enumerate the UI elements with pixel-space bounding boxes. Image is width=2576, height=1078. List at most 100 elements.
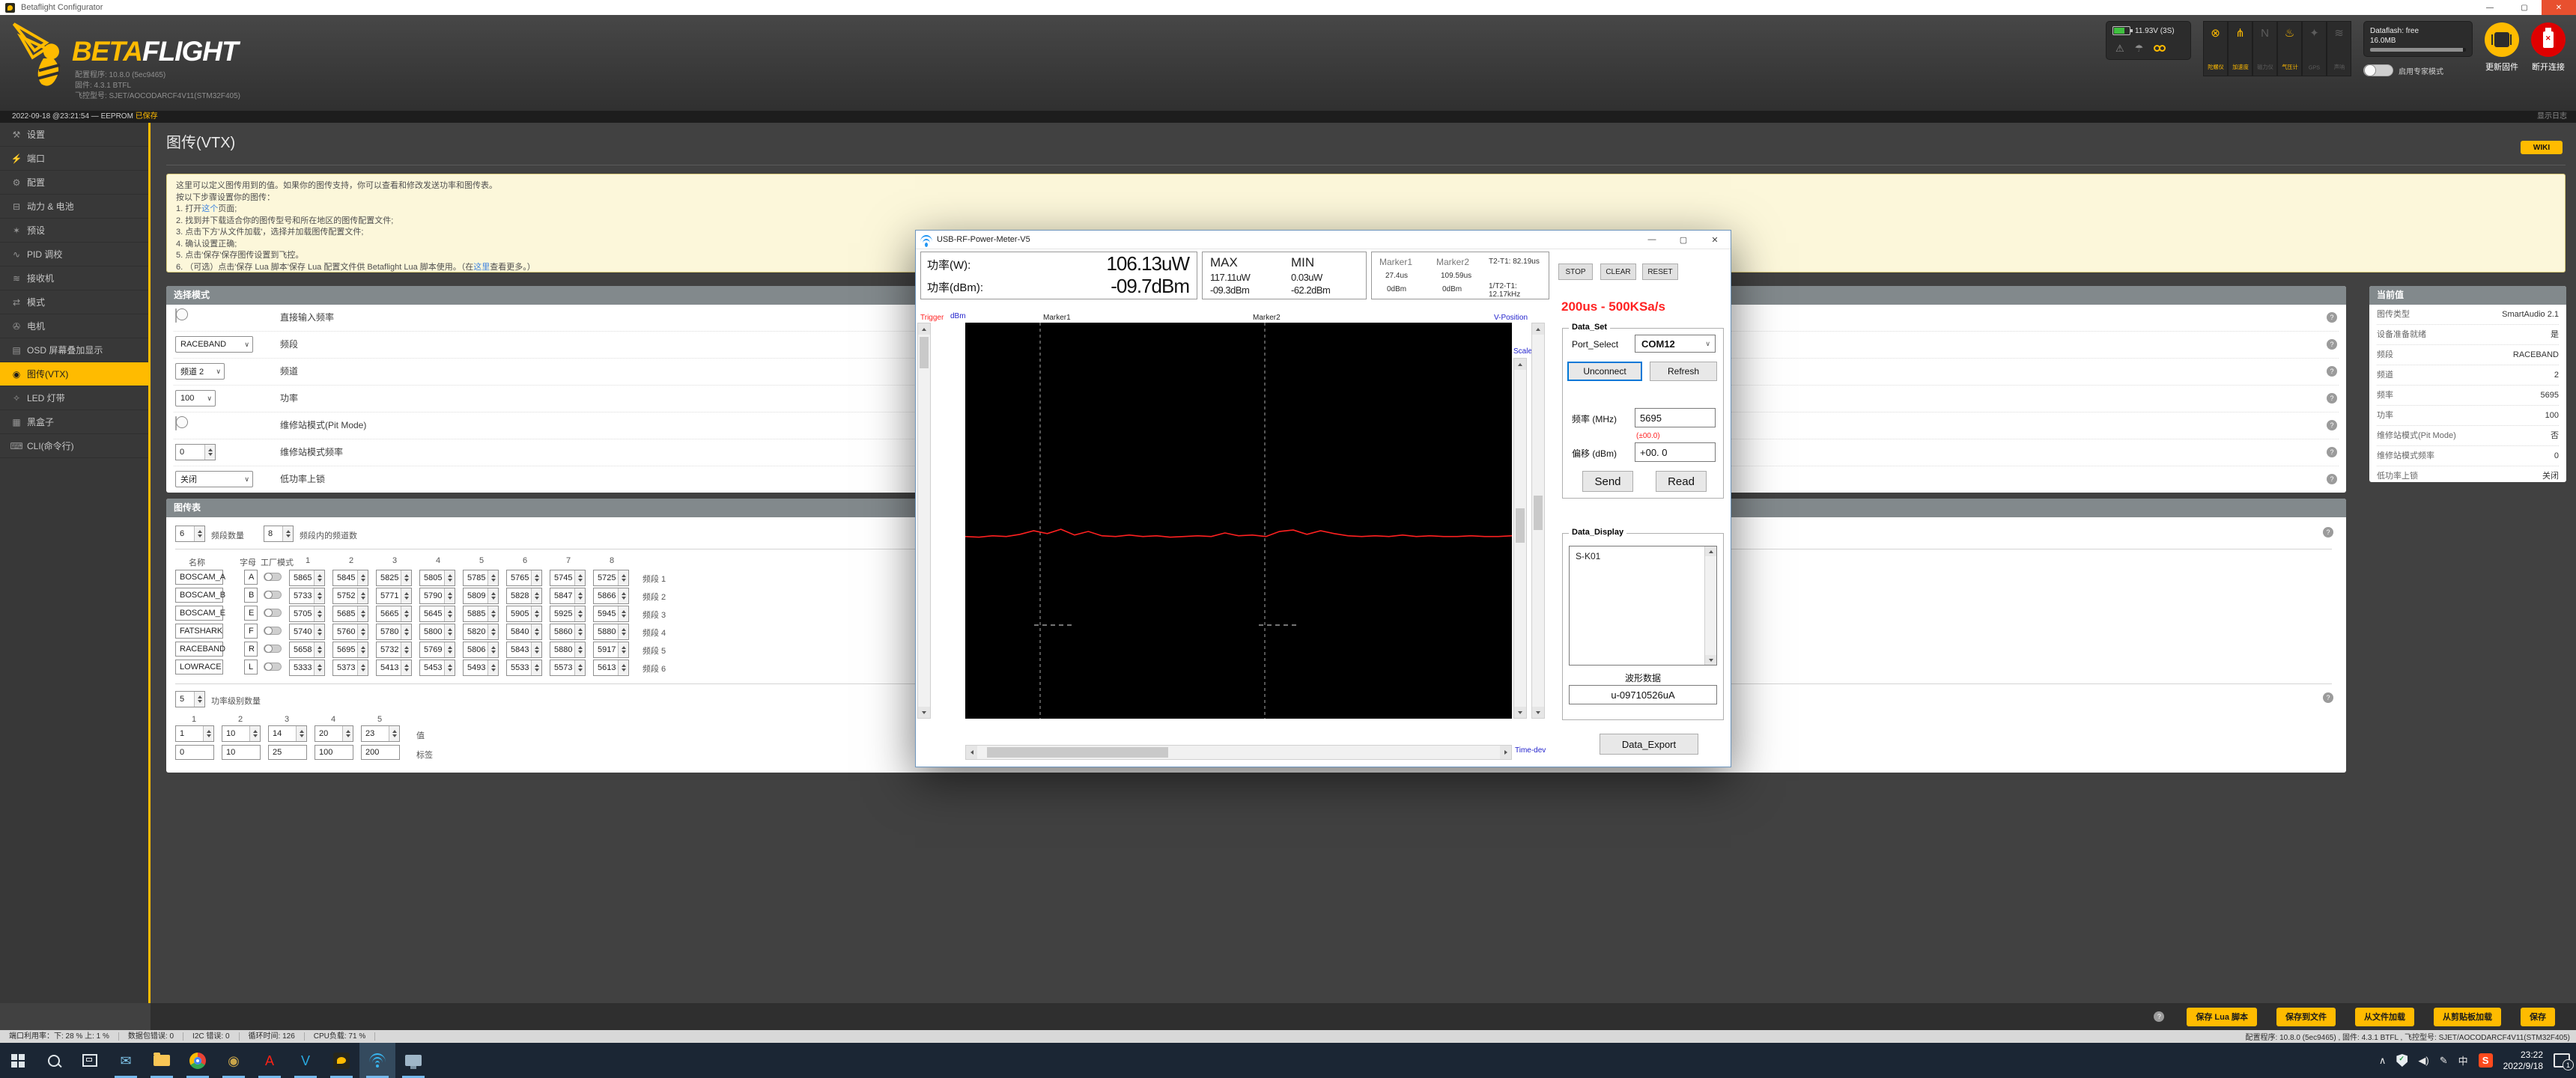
sidebar-item-vtx-antenna[interactable]: ◉图传(VTX) [0, 362, 148, 386]
minimize-button[interactable]: — [2473, 0, 2507, 15]
freq-input[interactable]: 5847 [550, 588, 586, 604]
freq-input[interactable]: 5945 [593, 606, 629, 622]
power-value-input[interactable]: 1 [175, 725, 214, 742]
spinner-arrows[interactable] [314, 660, 324, 675]
spinner-arrows[interactable] [357, 570, 368, 585]
close-button[interactable]: ✕ [2542, 0, 2576, 15]
trigger-scrollbar[interactable] [917, 323, 931, 719]
spinner-arrows[interactable] [249, 726, 260, 741]
band-name-input[interactable]: RACEBAND [175, 642, 223, 657]
spinner-arrows[interactable] [203, 726, 213, 741]
scale-scrollbar[interactable] [1513, 358, 1527, 719]
band-name-input[interactable]: FATSHARK [175, 624, 223, 639]
note-link[interactable]: 这里 [473, 263, 490, 272]
freq-input[interactable]: 5685 [332, 606, 368, 622]
freq-input[interactable]: 5645 [419, 606, 455, 622]
spinner-arrows[interactable] [444, 606, 455, 621]
sidebar-item-modes[interactable]: ⇄模式 [0, 290, 148, 314]
help-icon[interactable]: ? [2327, 420, 2337, 430]
freq-input[interactable]: 5880 [593, 624, 629, 640]
spinner-arrows[interactable] [574, 606, 585, 621]
spinner-arrows[interactable] [444, 660, 455, 675]
task-view-icon[interactable] [72, 1043, 108, 1078]
volume-icon[interactable]: ◀) [2418, 1055, 2428, 1067]
sidebar-item-motor[interactable]: ✇电机 [0, 314, 148, 338]
freq-input[interactable]: 5790 [419, 588, 455, 604]
chrome-icon[interactable] [180, 1043, 216, 1078]
port-select-combo[interactable]: COM12 [1635, 335, 1716, 353]
acrobat-icon[interactable]: A [252, 1043, 288, 1078]
band-letter-input[interactable]: L [244, 660, 258, 674]
help-icon[interactable]: ? [2327, 312, 2337, 323]
freq-input[interactable]: 5695 [332, 642, 368, 658]
gold-app-icon[interactable]: ◉ [216, 1043, 252, 1078]
freq-input[interactable]: 5333 [289, 660, 325, 676]
sidebar-item-blackbox[interactable]: ▦黑盒子 [0, 410, 148, 434]
spinner-arrows[interactable] [574, 570, 585, 585]
update-firmware-button[interactable]: 更新固件 [2485, 22, 2519, 73]
freq-input[interactable]: 5780 [376, 624, 412, 640]
spinner-arrows[interactable] [296, 726, 306, 741]
freq-input[interactable]: 5745 [550, 570, 586, 586]
spinner-arrows[interactable] [194, 692, 204, 707]
freq-input[interactable]: 5725 [593, 570, 629, 586]
channels-count-input[interactable]: 8 [264, 526, 294, 542]
factory-mode-toggle[interactable] [264, 627, 282, 635]
spinner-arrows[interactable] [487, 570, 498, 585]
band-letter-input[interactable]: B [244, 588, 258, 603]
band-name-input[interactable]: LOWRACE [175, 660, 223, 674]
factory-mode-toggle[interactable] [264, 663, 282, 671]
power-label-input[interactable]: 100 [315, 745, 353, 760]
maximize-button[interactable]: ▢ [2507, 0, 2542, 15]
footer-help-icon[interactable]: ? [2154, 1011, 2164, 1022]
freq-input[interactable]: 5828 [506, 588, 542, 604]
spinner-arrows[interactable] [618, 660, 628, 675]
freq-input[interactable]: 5917 [593, 642, 629, 658]
freq-input[interactable]: 5373 [332, 660, 368, 676]
mode-select[interactable]: 关闭 [175, 471, 253, 487]
spinner-arrows[interactable] [444, 624, 455, 639]
spinner-arrows[interactable] [618, 588, 628, 603]
pen-icon[interactable]: ✎ [2440, 1055, 2448, 1067]
freq-input[interactable]: 5805 [419, 570, 455, 586]
spinner-arrows[interactable] [574, 588, 585, 603]
spinner-arrows[interactable] [401, 624, 411, 639]
freq-input[interactable]: 5866 [593, 588, 629, 604]
spinner-arrows[interactable] [444, 588, 455, 603]
send-button[interactable]: Send [1582, 471, 1633, 492]
spinner-arrows[interactable] [487, 642, 498, 657]
rf-window-titlebar[interactable]: USB-RF-Power-Meter-V5 — ▢ ✕ [916, 231, 1731, 249]
freq-input[interactable]: 5765 [506, 570, 542, 586]
disconnect-button[interactable]: 断开连接 [2531, 22, 2566, 73]
spinner-arrows[interactable] [401, 570, 411, 585]
freq-input[interactable]: 5769 [419, 642, 455, 658]
sidebar-item-osd[interactable]: ▤OSD 屏幕叠加显示 [0, 338, 148, 362]
spinner-arrows[interactable] [314, 624, 324, 639]
note-link[interactable]: 这个 [201, 204, 218, 213]
mode-toggle[interactable] [175, 308, 177, 323]
footer-button[interactable]: 保存到文件 [2276, 1008, 2336, 1026]
spinner-arrows[interactable] [357, 642, 368, 657]
rf-minimize-button[interactable]: — [1636, 231, 1668, 249]
betaflight-icon[interactable] [323, 1043, 359, 1078]
band-letter-input[interactable]: F [244, 624, 258, 639]
freq-input[interactable]: 5809 [463, 588, 499, 604]
defender-shield-icon[interactable] [2396, 1054, 2408, 1067]
mode-select[interactable]: RACEBAND [175, 336, 253, 353]
mode-select[interactable]: 频道 2 [175, 363, 225, 380]
spinner-arrows[interactable] [444, 642, 455, 657]
spinner-arrows[interactable] [487, 660, 498, 675]
sidebar-item-receiver[interactable]: ≋接收机 [0, 267, 148, 290]
spinner-arrows[interactable] [357, 624, 368, 639]
file-explorer-icon[interactable] [144, 1043, 180, 1078]
waveform-data-value[interactable]: u-09710526uA [1569, 685, 1717, 704]
spinner-arrows[interactable] [401, 660, 411, 675]
spinner-arrows[interactable] [314, 570, 324, 585]
freq-input[interactable]: 5885 [463, 606, 499, 622]
freq-input[interactable]: 5733 [289, 588, 325, 604]
spinner-arrows[interactable] [282, 526, 293, 541]
clear-button[interactable]: CLEAR [1600, 264, 1636, 280]
vscode-icon[interactable]: V [288, 1043, 323, 1078]
freq-input[interactable]: 5413 [376, 660, 412, 676]
remote-pc-icon[interactable] [395, 1043, 431, 1078]
